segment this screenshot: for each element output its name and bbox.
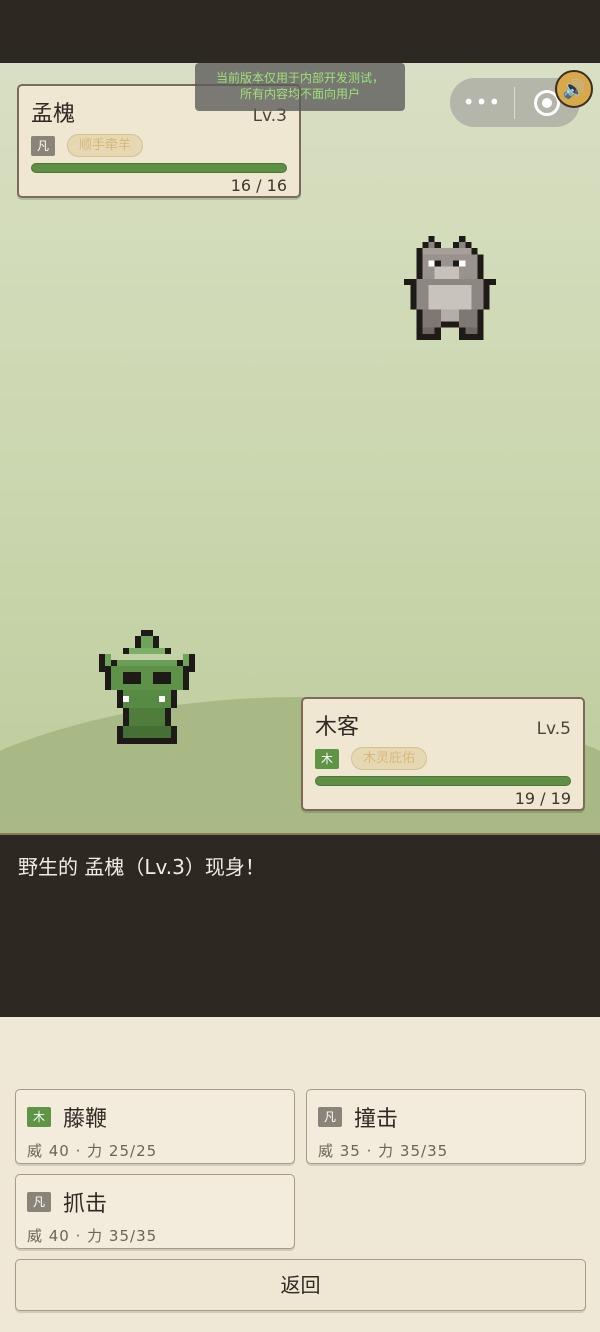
player-type-tag: 木 bbox=[315, 748, 339, 769]
dev-notice-line2: 所有内容均不面向用户 bbox=[239, 87, 360, 101]
back-button[interactable]: 返回 bbox=[15, 1259, 586, 1311]
dev-notice-line1: 当前版本仅用于内部开发测试， bbox=[215, 71, 384, 85]
move-type-tag: 凡 bbox=[27, 1192, 51, 1212]
move-name: 藤鞭 bbox=[63, 1107, 108, 1132]
speaker-icon[interactable]: 🔊 bbox=[555, 70, 593, 108]
player-sprite bbox=[99, 630, 195, 744]
player-status-card: 木客 Lv.5 木 木灵庇佑 19 / 19 bbox=[301, 697, 585, 811]
move-button-2[interactable]: 凡 撞击 威 35 · 力 35/35 bbox=[306, 1089, 586, 1164]
move-stats: 威 35 · 力 35/35 bbox=[318, 1142, 449, 1160]
player-level: Lv.5 bbox=[536, 719, 571, 739]
enemy-sprite bbox=[404, 236, 496, 340]
enemy-name: 孟槐 bbox=[31, 102, 76, 127]
move-button-3[interactable]: 凡 抓击 威 40 · 力 35/35 bbox=[15, 1174, 295, 1249]
enemy-hp-text: 16 / 16 bbox=[230, 176, 287, 195]
battle-log-text: 野生的 孟槐（Lv.3）现身！ bbox=[18, 855, 265, 879]
move-button-1[interactable]: 木 藤鞭 威 40 · 力 25/25 bbox=[15, 1089, 295, 1164]
move-stats: 威 40 · 力 35/35 bbox=[27, 1227, 158, 1245]
player-trait-badge: 木灵庇佑 bbox=[351, 747, 428, 770]
move-stats: 威 40 · 力 25/25 bbox=[27, 1142, 158, 1160]
top-status-bar bbox=[0, 0, 600, 63]
enemy-type-tag: 凡 bbox=[31, 135, 55, 156]
dev-notice: 当前版本仅用于内部开发测试， 所有内容均不面向用户 bbox=[195, 63, 405, 111]
move-type-tag: 木 bbox=[27, 1107, 51, 1127]
move-name: 撞击 bbox=[354, 1107, 399, 1132]
enemy-trait-badge: 顺手牵羊 bbox=[67, 134, 144, 157]
more-dots-icon[interactable]: ••• bbox=[450, 78, 514, 127]
battle-log: 野生的 孟槐（Lv.3）现身！ bbox=[0, 833, 600, 1017]
player-name: 木客 bbox=[315, 715, 360, 740]
player-hp-bar bbox=[315, 776, 571, 786]
move-name: 抓击 bbox=[63, 1192, 108, 1217]
player-hp-text: 19 / 19 bbox=[514, 789, 571, 808]
enemy-hp-bar bbox=[31, 163, 287, 173]
move-type-tag: 凡 bbox=[318, 1107, 342, 1127]
